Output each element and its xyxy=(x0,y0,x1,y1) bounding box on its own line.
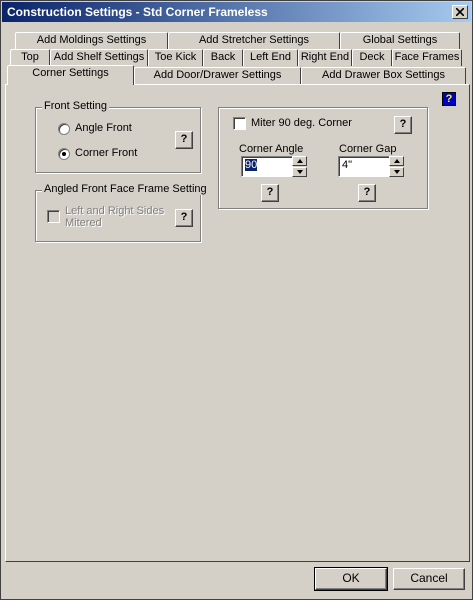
close-icon xyxy=(456,8,464,16)
tab-back[interactable]: Back xyxy=(203,49,243,66)
miter-90-checkbox[interactable] xyxy=(233,117,246,130)
ok-button[interactable]: OK xyxy=(314,567,388,591)
corner-gap-input[interactable]: 4" xyxy=(338,156,390,177)
arrow-up-icon xyxy=(297,159,303,163)
tab-face-frames[interactable]: Face Frames xyxy=(392,49,462,66)
miter-90-label: Miter 90 deg. Corner xyxy=(251,117,352,129)
tab-add-drawer-box-settings[interactable]: Add Drawer Box Settings xyxy=(301,67,466,84)
angled-face-frame-help-button[interactable]: ? xyxy=(175,209,193,227)
tab-global-settings[interactable]: Global Settings xyxy=(340,32,460,49)
miter-help-button[interactable]: ? xyxy=(394,116,412,134)
tab-add-moldings-settings[interactable]: Add Moldings Settings xyxy=(15,32,168,49)
corner-angle-help-button[interactable]: ? xyxy=(261,184,279,202)
corner-gap-spinner[interactable] xyxy=(389,156,404,177)
miter-corner-group: Miter 90 deg. Corner ? Corner Angle 90 ?… xyxy=(218,107,428,209)
tab-left-end[interactable]: Left End xyxy=(243,49,298,66)
angled-face-frame-group: Angled Front Face Frame Setting Left and… xyxy=(35,183,209,242)
tab-deck[interactable]: Deck xyxy=(352,49,392,66)
corner-front-label: Corner Front xyxy=(75,147,138,159)
corner-angle-down-button[interactable] xyxy=(292,167,307,177)
tab-add-stretcher-settings[interactable]: Add Stretcher Settings xyxy=(168,32,340,49)
close-button[interactable] xyxy=(452,5,468,19)
cancel-button[interactable]: Cancel xyxy=(393,568,465,590)
corner-angle-value: 90 xyxy=(245,159,258,171)
corner-gap-help-button[interactable]: ? xyxy=(358,184,376,202)
tab-toe-kick[interactable]: Toe Kick xyxy=(148,49,203,66)
corner-front-radio[interactable] xyxy=(58,148,70,160)
front-setting-legend: Front Setting xyxy=(42,100,109,112)
title-bar: Construction Settings - Std Corner Frame… xyxy=(2,2,471,22)
tab-corner-settings[interactable]: Corner Settings xyxy=(7,65,134,85)
sides-mitered-label-line1: Left and Right Sides xyxy=(65,205,165,217)
arrow-down-icon xyxy=(394,170,400,174)
angled-face-frame-legend: Angled Front Face Frame Setting xyxy=(42,183,209,195)
corner-angle-label: Corner Angle xyxy=(239,143,304,155)
window-title: Construction Settings - Std Corner Frame… xyxy=(7,5,268,19)
sides-mitered-label-line2: Mitered xyxy=(65,217,102,229)
arrow-up-icon xyxy=(394,159,400,163)
arrow-down-icon xyxy=(297,170,303,174)
tab-right-end[interactable]: Right End xyxy=(298,49,352,66)
angle-front-label: Angle Front xyxy=(75,122,132,134)
corner-gap-down-button[interactable] xyxy=(389,167,404,177)
corner-gap-up-button[interactable] xyxy=(389,156,404,166)
front-setting-help-button[interactable]: ? xyxy=(175,131,193,149)
front-setting-group: Front Setting Angle Front Corner Front ? xyxy=(35,100,201,173)
tab-top[interactable]: Top xyxy=(10,49,50,66)
tab-add-shelf-settings[interactable]: Add Shelf Settings xyxy=(50,49,148,66)
construction-settings-window: Construction Settings - Std Corner Frame… xyxy=(0,0,473,600)
corner-angle-spinner[interactable] xyxy=(292,156,307,177)
corner-angle-up-button[interactable] xyxy=(292,156,307,166)
sides-mitered-checkbox[interactable] xyxy=(47,210,60,223)
corner-gap-label: Corner Gap xyxy=(339,143,397,155)
corner-angle-input[interactable]: 90 xyxy=(241,156,293,177)
tab-add-door-drawer-settings[interactable]: Add Door/Drawer Settings xyxy=(134,67,301,84)
angle-front-radio[interactable] xyxy=(58,123,70,135)
